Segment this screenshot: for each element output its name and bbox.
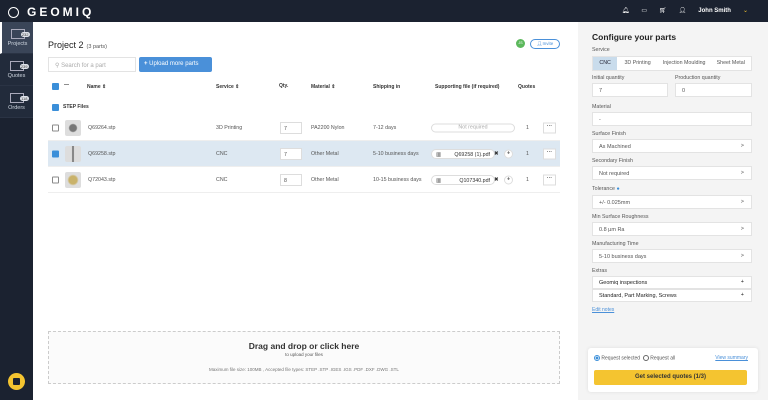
more-options-button[interactable]: ···: [543, 174, 556, 185]
logo[interactable]: GEOMIQ: [8, 5, 94, 19]
group-checkbox[interactable]: [52, 104, 59, 111]
bulk-actions-icon[interactable]: —: [64, 82, 69, 88]
tolerance-select[interactable]: +/- 0.025mm >: [592, 195, 752, 209]
row-checkbox[interactable]: [52, 176, 59, 183]
material-select[interactable]: -: [592, 112, 752, 126]
add-file-button[interactable]: +: [504, 149, 513, 158]
info-icon[interactable]: ●: [616, 186, 619, 192]
sidebar-item-orders[interactable]: 118 Orders: [0, 86, 33, 118]
group-label: STEP Files: [63, 104, 89, 110]
part-thumbnail: [65, 171, 81, 188]
qty-input[interactable]: 8: [280, 173, 302, 186]
avatar[interactable]: JS: [516, 39, 525, 48]
page-title: Project 2 (3 parts): [48, 40, 108, 50]
table-row[interactable]: Q69264.stp 3D Printing 7 PA2200 Nylon 7-…: [48, 115, 560, 141]
header-quotes: Quotes: [518, 84, 536, 90]
quote-request-card: Request selected Request all View summar…: [588, 348, 758, 392]
bell-icon[interactable]: 🔔︎: [622, 7, 630, 14]
request-all-radio[interactable]: [642, 355, 649, 361]
manufacturing-time-select[interactable]: 5-10 business days >: [592, 249, 752, 263]
search-input[interactable]: ⚲ Search for a part: [48, 57, 136, 72]
sidebar-item-quotes[interactable]: 239 Quotes: [0, 54, 33, 86]
header-material[interactable]: Material ⇕: [311, 84, 335, 90]
file-icon: ▥: [436, 177, 442, 184]
header-service[interactable]: Service ⇕: [216, 84, 239, 90]
remove-file-icon[interactable]: ✖: [494, 151, 498, 157]
service-sheet-metal[interactable]: Sheet Metal: [711, 57, 752, 70]
cart-icon[interactable]: 🛒︎: [659, 7, 667, 14]
qty-input[interactable]: 7: [280, 121, 302, 134]
add-file-button[interactable]: +: [504, 175, 513, 184]
folder-icon: 232: [10, 28, 30, 39]
order-icon: 118: [9, 92, 29, 103]
quote-icon: 239: [9, 60, 29, 71]
chevron-down-icon[interactable]: ⌄: [743, 7, 748, 14]
main-content: Project 2 (3 parts) JS 👤︎Invite ⚲ Search …: [33, 22, 578, 400]
file-dropzone[interactable]: Drag and drop or click here to upload yo…: [48, 331, 560, 384]
inbox-icon[interactable]: ▭: [641, 7, 647, 14]
table-row[interactable]: Q69258.stp CNC 7 Other Metal 5-10 busine…: [48, 141, 560, 167]
sidebar-item-projects[interactable]: 232 Projects: [0, 22, 33, 54]
service-injection-moulding[interactable]: Injection Moulding: [658, 57, 711, 70]
row-checkbox[interactable]: [52, 150, 59, 157]
qty-input[interactable]: 7: [280, 147, 302, 160]
part-thumbnail: [65, 119, 81, 136]
chevron-right-icon: >: [740, 170, 744, 176]
user-icon[interactable]: 👤︎: [679, 7, 687, 14]
user-name[interactable]: John Smith: [698, 8, 731, 14]
production-quantity-input[interactable]: 0: [675, 83, 752, 97]
extra-geomiq-inspections[interactable]: Geomiq inspections +: [592, 276, 752, 289]
sidebar: 232 Projects 239 Quotes 118 Orders: [0, 22, 33, 400]
supporting-file[interactable]: ▥ Q69258 (1).pdf: [431, 148, 495, 159]
service-cnc[interactable]: CNC: [593, 57, 618, 70]
header-qty: Qty.: [279, 83, 289, 89]
chevron-right-icon: >: [740, 199, 744, 205]
configure-panel: Configure your parts Service CNC 3D Prin…: [578, 22, 768, 400]
more-options-button[interactable]: ···: [543, 148, 556, 159]
plus-icon: +: [740, 292, 744, 298]
top-bar: GEOMIQ 🔔︎ ▭ 🛒︎ 👤︎ John Smith ⌄: [0, 0, 768, 22]
secondary-finish-select[interactable]: Not required >: [592, 166, 752, 180]
header-supporting-file: Supporting file (if required): [435, 84, 500, 90]
chat-icon: [13, 378, 20, 385]
not-required-badge: Not required: [431, 123, 515, 132]
row-checkbox[interactable]: [52, 124, 59, 131]
plus-icon: +: [740, 279, 744, 285]
extra-standard-part-marking[interactable]: Standard, Part Marking, Screws +: [592, 289, 752, 302]
header-name[interactable]: Name ⇕: [87, 84, 106, 90]
view-summary-link[interactable]: View summary: [715, 355, 748, 361]
get-selected-quotes-button[interactable]: Get selected quotes (1/3): [594, 370, 747, 385]
chat-button[interactable]: [8, 373, 25, 390]
invite-button[interactable]: 👤︎Invite: [530, 39, 560, 49]
upload-more-parts-button[interactable]: + Upload more parts: [139, 57, 212, 72]
more-options-button[interactable]: ···: [543, 122, 556, 133]
logo-icon: [8, 6, 19, 18]
surface-finish-select[interactable]: As Machined >: [592, 139, 752, 153]
surface-roughness-select[interactable]: 0.8 µm Ra >: [592, 222, 752, 236]
edit-notes-link[interactable]: Edit notes: [592, 307, 614, 313]
request-selected-radio[interactable]: [594, 355, 600, 361]
initial-quantity-input[interactable]: 7: [592, 83, 668, 97]
part-thumbnail: [65, 145, 81, 162]
service-selector: CNC 3D Printing Injection Moulding Sheet…: [592, 56, 752, 71]
select-all-checkbox[interactable]: [52, 83, 59, 90]
table-row[interactable]: Q72043.stp CNC 8 Other Metal 10-15 busin…: [48, 167, 560, 193]
file-icon: ▥: [436, 151, 442, 158]
chevron-right-icon: >: [740, 226, 744, 232]
supporting-file[interactable]: ▥ Q107340.pdf: [431, 174, 495, 185]
chevron-right-icon: >: [740, 253, 744, 259]
service-3d-printing[interactable]: 3D Printing: [617, 57, 658, 70]
remove-file-icon[interactable]: ✖: [494, 177, 498, 183]
chevron-right-icon: >: [740, 143, 744, 149]
header-shipping: Shipping in: [373, 84, 401, 90]
